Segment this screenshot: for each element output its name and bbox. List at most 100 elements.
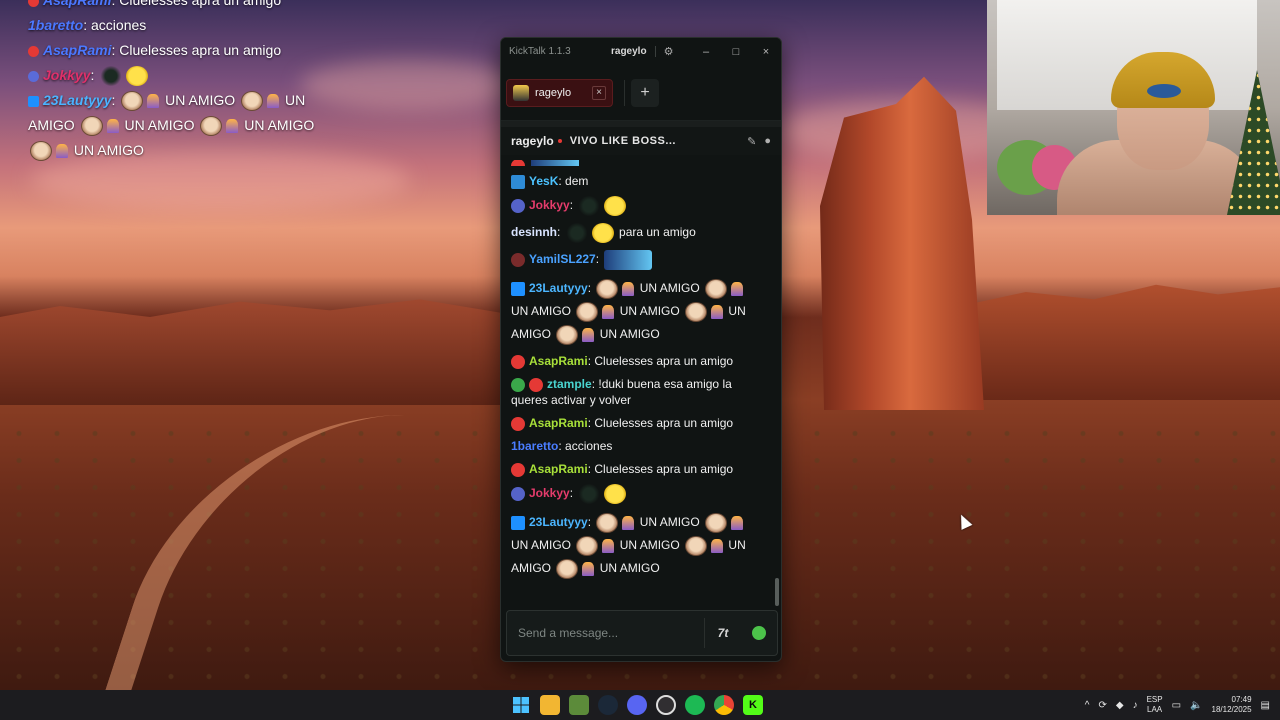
badge-icon xyxy=(529,377,543,392)
add-tab-button[interactable]: + xyxy=(631,78,659,107)
beanie-logo xyxy=(1147,84,1181,98)
notification-icon[interactable]: ▤ xyxy=(1261,700,1270,711)
chat-username[interactable]: YamilSL227 xyxy=(529,252,596,266)
live-indicator-icon xyxy=(557,139,562,143)
discord-icon[interactable] xyxy=(627,695,647,715)
emote-icon xyxy=(30,141,52,162)
emote-picker-glyph xyxy=(752,626,766,640)
divider xyxy=(704,618,705,648)
badge-icon xyxy=(511,416,525,431)
chat-username[interactable]: 1baretto xyxy=(511,439,558,453)
chat-message: 23Lautyyy: UN AMIGO UN AMIGO UN AMIGO UN… xyxy=(511,277,763,346)
chat-message: Jokkyy: xyxy=(511,196,763,216)
emote-icon xyxy=(602,304,615,319)
chat-username[interactable]: Jokkyy xyxy=(529,486,570,500)
overlay-chat-line: UN AMIGO xyxy=(28,138,358,163)
chat-username[interactable]: AsapRami xyxy=(529,416,588,430)
badge-icon xyxy=(511,487,525,501)
emote-icon xyxy=(622,515,635,530)
chrome-icon[interactable] xyxy=(714,695,734,715)
emote-icon xyxy=(56,144,68,159)
title-bar[interactable]: KickTalk 1.1.3 rageylo ⚙ – □ × xyxy=(501,38,781,65)
windows-start-icon[interactable] xyxy=(511,695,531,715)
emote-icon xyxy=(147,94,160,109)
chat-header: rageylo VIVO LIKE BOSS... ✎ ● xyxy=(501,127,781,155)
chat-text: acciones xyxy=(565,439,613,453)
tab-rageylo[interactable]: rageylo × xyxy=(506,78,613,107)
streamer-name[interactable]: rageylo xyxy=(511,134,554,148)
obs-icon[interactable] xyxy=(656,695,676,715)
overlay-chat-line: AMIGO UN AMIGO UN AMIGO xyxy=(28,113,358,138)
pin-icon[interactable]: ✎ xyxy=(747,135,756,148)
badge-icon xyxy=(28,0,39,7)
maximize-button[interactable]: □ xyxy=(721,46,751,58)
overlay-username: Jokkyy xyxy=(43,67,91,83)
emote-icon xyxy=(711,538,724,553)
minecraft-icon[interactable] xyxy=(569,695,589,715)
overlay-sep: : xyxy=(90,67,95,83)
badge-icon xyxy=(511,377,525,392)
overlay-message: Cluelesses apra un amigo xyxy=(119,42,282,58)
7tv-icon[interactable]: 7t xyxy=(709,619,737,647)
badge-icon xyxy=(511,281,525,296)
chat-message: YesK: dem xyxy=(511,173,763,189)
chat-text: para un amigo xyxy=(619,225,696,240)
emote-icon xyxy=(267,94,280,109)
emote-icon xyxy=(576,535,599,556)
network-icon[interactable]: ▭ xyxy=(1172,700,1181,711)
user-pill[interactable]: rageylo xyxy=(611,46,656,57)
emote-icon xyxy=(685,535,708,556)
close-button[interactable]: × xyxy=(751,46,781,58)
tab-close-button[interactable]: × xyxy=(592,85,606,100)
message-input[interactable]: Send a message... xyxy=(518,626,704,640)
emote-icon xyxy=(121,91,144,112)
chat-username[interactable]: 23Lautyyy xyxy=(529,515,588,529)
shield-icon[interactable]: ◆ xyxy=(1116,700,1124,711)
chat-message: AsapRami: Cluelesses apra un amigo xyxy=(511,461,763,477)
volume-icon[interactable]: 🔈 xyxy=(1190,700,1202,711)
chat-username[interactable]: Jokkyy xyxy=(529,198,570,212)
chat-username[interactable]: 23Lautyyy xyxy=(529,281,588,295)
rock-ridge-right xyxy=(970,284,1280,400)
chat-text: Cluelesses apra un amigo xyxy=(594,462,734,476)
emote-icon xyxy=(731,281,744,296)
emote-icon xyxy=(591,223,614,243)
chat-message-partial xyxy=(511,160,763,166)
file-explorer-icon[interactable] xyxy=(540,695,560,715)
kick-icon[interactable]: K xyxy=(743,695,763,715)
chat-text: UN AMIGO xyxy=(599,561,660,575)
emote-picker-icon[interactable] xyxy=(745,619,773,647)
emote-icon xyxy=(576,301,599,322)
steam-icon[interactable] xyxy=(598,695,618,715)
taskbar: K ^ ⟳ ◆ ♪ ESP LAA ▭ 🔈 07:49 18/12/2025 ▤ xyxy=(0,690,1280,720)
taskbar-apps: K xyxy=(511,690,763,720)
badge-icon xyxy=(511,515,525,530)
emote-icon xyxy=(556,558,579,579)
clock[interactable]: 07:49 18/12/2025 xyxy=(1212,695,1252,715)
webcam-feed xyxy=(987,0,1280,215)
chat-scrollbar[interactable] xyxy=(775,578,779,606)
emote-icon xyxy=(596,278,619,299)
spotify-icon[interactable] xyxy=(685,695,705,715)
emote-icon xyxy=(531,160,579,166)
overlay-message: UN AMIGO xyxy=(124,117,195,133)
emote-icon xyxy=(126,66,149,87)
chat-username[interactable]: AsapRami xyxy=(529,462,588,476)
sync-icon[interactable]: ⟳ xyxy=(1098,700,1106,711)
chat-username[interactable]: ztample xyxy=(547,377,592,391)
chat-message: AsapRami: Cluelesses apra un amigo xyxy=(511,353,763,369)
minimize-button[interactable]: – xyxy=(691,46,721,58)
user-icon[interactable]: ● xyxy=(764,135,771,148)
language-code: ESP xyxy=(1146,695,1163,704)
microphone-icon[interactable]: ♪ xyxy=(1133,700,1138,711)
chat-username[interactable]: AsapRami xyxy=(529,354,588,368)
emote-icon xyxy=(565,223,588,243)
chat-username[interactable]: YesK xyxy=(529,174,558,188)
overlay-chat-line: AsapRami: Cluelesses apra un amigo xyxy=(28,0,358,13)
app-title: KickTalk 1.1.3 xyxy=(509,46,571,57)
chevron-up-icon[interactable]: ^ xyxy=(1085,700,1090,711)
gear-icon[interactable]: ⚙ xyxy=(664,45,674,58)
language-indicator[interactable]: ESP LAA xyxy=(1147,695,1163,715)
chat-username[interactable]: desinnh xyxy=(511,225,557,239)
header-actions: ✎ ● xyxy=(747,135,771,148)
